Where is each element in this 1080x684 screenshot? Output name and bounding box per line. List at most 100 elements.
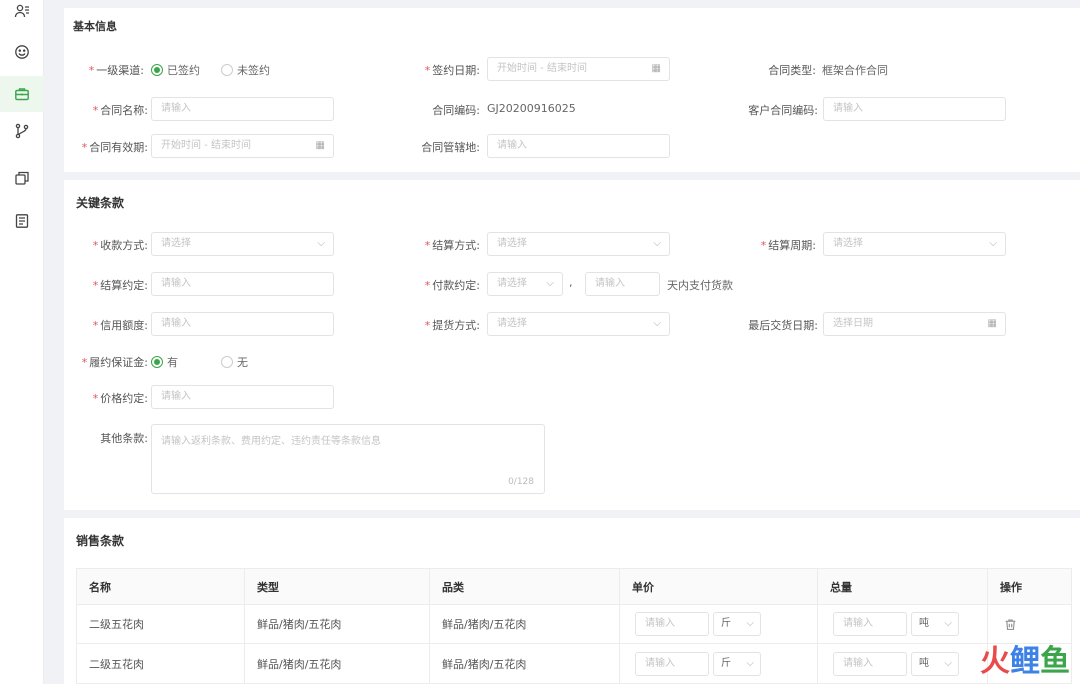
credit-input[interactable]: 请输入 (151, 312, 334, 336)
briefcase-icon (15, 88, 29, 101)
sidebar-item-docs[interactable] (0, 203, 44, 239)
last-delivery-date-input[interactable]: 选择日期 ▦ (823, 312, 1006, 336)
pay-agree-days-input[interactable]: 请输入 (585, 272, 660, 296)
pickup-label: * 提货方式: (424, 319, 480, 332)
char-counter: 0/128 (508, 477, 534, 487)
pay-agree-label: * 付款约定: (424, 279, 480, 292)
other-label: 其他条款: (100, 432, 148, 445)
price-unit-select[interactable]: 斤 ⌵ (713, 612, 761, 636)
validity-range-input[interactable]: 开始时间 - 结束时间 ▦ (151, 134, 334, 158)
chevron-down-icon: ⌵ (989, 238, 997, 249)
settle-agree-label: * 结算约定: (92, 279, 148, 292)
col-price: 单价 (620, 569, 818, 604)
price-unit-select[interactable]: 斤 ⌵ (713, 651, 761, 676)
pay-agree-comma: , (569, 276, 573, 289)
contract-type-label: 合同类型: (768, 64, 816, 77)
copy-icon (15, 171, 29, 185)
contract-name-label: * 合同名称: (92, 104, 148, 117)
channel-label: * 一级渠道: (88, 64, 144, 77)
cell-quantity: 请输入 吨 ⌵ (818, 644, 988, 683)
calendar-icon: ▦ (315, 140, 325, 151)
pickup-select[interactable]: 请选择 ⌵ (487, 312, 670, 336)
sidebar-item-service[interactable] (0, 34, 44, 70)
cell-category: 鲜品/猪肉/五花肉 (430, 644, 620, 683)
sidebar-item-users[interactable] (0, 0, 44, 29)
sidebar-item-flow[interactable] (0, 113, 44, 149)
cell-type: 鲜品/猪肉/五花肉 (245, 605, 430, 643)
sales-terms-card: 销售条款 名称 类型 品类 单价 总量 操作 二级五花肉 鲜品/猪肉/五花肉 鲜… (64, 518, 1080, 684)
credit-label: * 信用额度: (92, 319, 148, 332)
key-terms-card: 关键条款 * 收款方式: 请选择 ⌵ * 结算方式: 请选择 ⌵ * 结算周期: 请选择 ⌵… (64, 180, 1080, 510)
section-title-basic: 基本信息 (73, 20, 117, 33)
cell-category: 鲜品/猪肉/五花肉 (430, 605, 620, 643)
contract-code-value: GJ20200916025 (487, 102, 576, 115)
last-delivery-label: 最后交货日期: (748, 319, 818, 332)
radio-unsigned[interactable]: 未签约 (221, 62, 270, 78)
chevron-down-icon: ⌵ (944, 618, 952, 629)
price-input[interactable]: 请输入 (635, 612, 709, 636)
cell-price: 请输入 斤 ⌵ (620, 605, 818, 643)
sign-date-range-input[interactable]: 开始时间 - 结束时间 ▦ (487, 57, 670, 81)
calendar-icon: ▦ (987, 318, 997, 329)
col-type: 类型 (245, 569, 430, 604)
user-list-icon (14, 4, 29, 18)
section-title-sales: 销售条款 (76, 534, 125, 548)
watermark-logo: 火 鲤 鱼 (980, 644, 1070, 679)
sidebar (0, 0, 44, 684)
settle-agree-input[interactable]: 请输入 (151, 272, 334, 296)
sidebar-item-contracts[interactable] (0, 76, 44, 112)
col-category: 品类 (430, 569, 620, 604)
quantity-input[interactable]: 请输入 (833, 651, 907, 676)
cell-price: 请输入 斤 ⌵ (620, 644, 818, 683)
radio-deposit-no[interactable]: 无 (221, 354, 248, 370)
col-quantity: 总量 (818, 569, 988, 604)
quantity-input[interactable]: 请输入 (833, 612, 907, 636)
other-terms-textarea[interactable]: 请输入返利条款、费用约定、违约责任等条款信息 0/128 (151, 424, 545, 494)
price-input[interactable]: 请输入 (151, 385, 334, 409)
settle-period-label: * 结算周期: (760, 239, 816, 252)
settle-method-label: * 结算方式: (424, 239, 480, 252)
smiley-icon (15, 45, 29, 59)
chevron-down-icon: ⌵ (653, 238, 661, 249)
price-label: * 价格约定: (92, 392, 148, 405)
col-actions: 操作 (1000, 580, 1022, 594)
cell-quantity: 请输入 吨 ⌵ (818, 605, 988, 643)
quantity-unit-select[interactable]: 吨 ⌵ (911, 612, 959, 636)
section-title-terms: 关键条款 (76, 196, 125, 210)
chevron-down-icon: ⌵ (317, 238, 325, 249)
document-icon (15, 214, 29, 228)
table-row: 二级五花肉 鲜品/猪肉/五花肉 鲜品/猪肉/五花肉 请输入 斤 ⌵ 请输入 吨 ⌵ (77, 605, 1071, 644)
validity-label: * 合同有效期: (81, 141, 148, 154)
table-row: 二级五花肉 鲜品/猪肉/五花肉 鲜品/猪肉/五花肉 请输入 斤 ⌵ 请输入 吨 ⌵ (77, 644, 1071, 683)
radio-signed[interactable]: 已签约 (151, 62, 200, 78)
trash-icon[interactable] (1004, 618, 1017, 631)
chevron-down-icon: ⌵ (746, 618, 754, 629)
table-header-row: 名称 类型 品类 单价 总量 操作 (77, 569, 1071, 605)
chevron-down-icon: ⌵ (746, 657, 754, 669)
chevron-down-icon: ⌵ (944, 657, 952, 669)
collect-label: * 收款方式: (92, 239, 148, 252)
col-name: 名称 (77, 569, 245, 604)
sales-table: 名称 类型 品类 单价 总量 操作 二级五花肉 鲜品/猪肉/五花肉 鲜品/猪肉/… (76, 568, 1072, 684)
radio-deposit-yes[interactable]: 有 (151, 354, 178, 370)
contract-name-input[interactable]: 请输入 (151, 97, 334, 121)
settle-method-select[interactable]: 请选择 ⌵ (487, 232, 670, 256)
price-input[interactable]: 请输入 (635, 651, 709, 676)
settle-period-select[interactable]: 请选择 ⌵ (823, 232, 1006, 256)
chevron-down-icon: ⌵ (546, 278, 554, 289)
jurisdiction-input[interactable]: 请输入 (487, 134, 670, 158)
calendar-icon: ▦ (651, 63, 661, 74)
basic-info-card: 基本信息 * 一级渠道: 已签约 未签约 * 签约日期: 开始时间 - 结束时间 ▦ … (64, 8, 1080, 172)
customer-code-input[interactable]: 请输入 (823, 97, 1006, 121)
cell-type: 鲜品/猪肉/五花肉 (245, 644, 430, 683)
sign-date-label: * 签约日期: (424, 64, 480, 77)
collect-select[interactable]: 请选择 ⌵ (151, 232, 334, 256)
cell-name: 二级五花肉 (77, 605, 245, 643)
pay-agree-suffix: 天内支付货款 (667, 279, 733, 292)
sidebar-item-copies[interactable] (0, 160, 44, 196)
deposit-label: * 履约保证金: (81, 356, 148, 369)
quantity-unit-select[interactable]: 吨 ⌵ (911, 651, 959, 676)
jurisdiction-label: 合同管辖地: (421, 141, 480, 154)
chevron-down-icon: ⌵ (653, 318, 661, 329)
pay-agree-select[interactable]: 请选择 ⌵ (487, 272, 563, 296)
